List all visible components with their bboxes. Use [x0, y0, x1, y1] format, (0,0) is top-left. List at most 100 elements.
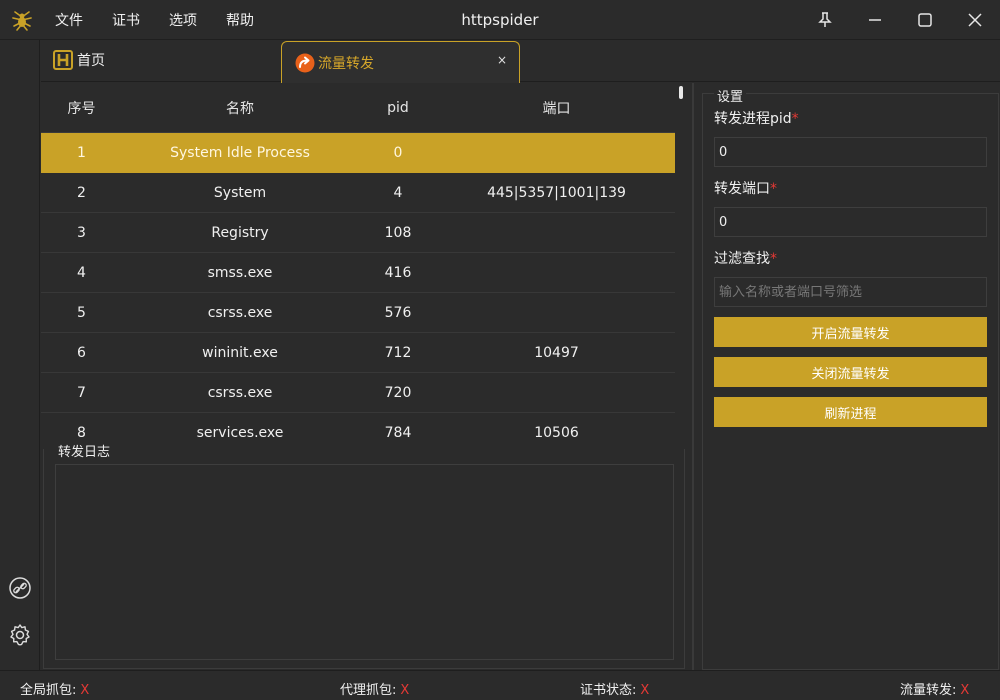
- table-row[interactable]: 5 csrss.exe 576: [41, 293, 675, 333]
- table-row[interactable]: 4 smss.exe 416: [41, 253, 675, 293]
- cell-name: csrss.exe: [207, 304, 273, 321]
- status-cert-value: X: [640, 683, 650, 698]
- cell-index: 2: [77, 184, 86, 201]
- tab-traffic-forward[interactable]: 流量转发 ×: [281, 41, 520, 83]
- status-cert-label: 证书状态:: [580, 683, 637, 698]
- pid-input[interactable]: [714, 137, 987, 167]
- cell-pid: 108: [384, 224, 412, 241]
- cell-name: wininit.exe: [202, 344, 278, 361]
- cell-name: Registry: [211, 224, 269, 241]
- tab-home-label: 首页: [77, 53, 105, 69]
- settings-panel: 设置 转发进程pid* 转发端口* 过滤查找* 开启流量转发 关闭流量转发 刷新…: [702, 86, 999, 670]
- menu-options[interactable]: 选项: [169, 10, 197, 30]
- cell-name: services.exe: [196, 424, 284, 441]
- status-proxy-capture-value: X: [400, 683, 410, 698]
- gear-icon: [10, 624, 30, 646]
- status-cert: 证书状态: X: [580, 679, 649, 698]
- cell-port: 10506: [534, 424, 579, 441]
- table-row[interactable]: 6 wininit.exe 712 10497: [41, 333, 675, 373]
- cell-pid: 416: [384, 264, 412, 281]
- tab-traffic-forward-label: 流量转发: [318, 55, 374, 72]
- cell-name: csrss.exe: [207, 384, 273, 401]
- cell-pid: 4: [393, 184, 403, 201]
- menu-file[interactable]: 文件: [55, 10, 83, 30]
- cell-index: 4: [77, 264, 86, 281]
- cell-index: 5: [77, 304, 86, 321]
- required-mark: *: [791, 111, 799, 127]
- cell-index: 7: [77, 384, 86, 401]
- pin-button[interactable]: [813, 8, 837, 32]
- cell-pid: 784: [384, 424, 412, 441]
- table-header: 序号 名称 pid 端口: [41, 83, 675, 133]
- table-row[interactable]: 1 System Idle Process 0: [41, 133, 675, 173]
- forward-arrow-icon: [295, 53, 315, 72]
- maximize-icon: [918, 13, 932, 27]
- table-scrollbar[interactable]: [677, 83, 685, 448]
- cell-index: 3: [77, 224, 86, 241]
- minimize-icon: [869, 19, 881, 21]
- refresh-process-button[interactable]: 刷新进程: [714, 397, 987, 427]
- settings-title: 设置: [714, 86, 747, 105]
- filter-field-label: 过滤查找*: [714, 248, 777, 268]
- status-proxy-capture-label: 代理抓包:: [340, 683, 397, 698]
- cell-index: 1: [77, 144, 86, 161]
- menu-certificate[interactable]: 证书: [112, 10, 140, 30]
- header-port[interactable]: 端口: [438, 98, 675, 118]
- menu-bar: 文件 证书 选项 帮助: [55, 0, 283, 40]
- table-row[interactable]: 3 Registry 108: [41, 213, 675, 253]
- settings-button[interactable]: [8, 623, 32, 647]
- filter-input[interactable]: [714, 277, 987, 307]
- status-global-capture-label: 全局抓包:: [20, 683, 77, 698]
- left-activity-bar: [0, 40, 40, 670]
- table-row[interactable]: 2 System 4 445|5357|1001|139: [41, 173, 675, 213]
- status-global-capture-value: X: [80, 683, 90, 698]
- maximize-button[interactable]: [913, 8, 937, 32]
- cell-port: 445|5357|1001|139: [487, 184, 626, 201]
- link-icon: [9, 577, 31, 599]
- home-h-icon: [53, 50, 73, 70]
- close-window-button[interactable]: [963, 8, 987, 32]
- minimize-button[interactable]: [863, 8, 887, 32]
- tab-home[interactable]: 首页: [53, 50, 105, 70]
- status-proxy-capture: 代理抓包: X: [340, 679, 409, 698]
- status-traffic-forward: 流量转发: X: [900, 679, 969, 698]
- forward-log-title: 转发日志: [56, 441, 113, 460]
- start-forward-button[interactable]: 开启流量转发: [714, 317, 987, 347]
- required-mark: *: [770, 181, 777, 197]
- header-pid[interactable]: pid: [358, 100, 438, 116]
- required-mark: *: [770, 251, 777, 267]
- status-bar: 全局抓包: X 代理抓包: X 证书状态: X 流量转发: X: [0, 670, 1000, 700]
- port-label-text: 转发端口: [714, 181, 770, 197]
- forward-log-panel: 转发日志: [43, 441, 685, 669]
- menu-help[interactable]: 帮助: [226, 10, 254, 30]
- table-row[interactable]: 7 csrss.exe 720: [41, 373, 675, 413]
- port-input[interactable]: [714, 207, 987, 237]
- table-row[interactable]: 8 services.exe 784 10506: [41, 413, 675, 448]
- panel-splitter[interactable]: [692, 83, 694, 670]
- tab-close-icon[interactable]: ×: [497, 53, 507, 67]
- port-field-label: 转发端口*: [714, 178, 777, 198]
- status-traffic-forward-value: X: [960, 683, 970, 698]
- header-name[interactable]: 名称: [122, 98, 358, 118]
- cell-pid: 576: [384, 304, 412, 321]
- filter-label-text: 过滤查找: [714, 251, 770, 267]
- cell-name: smss.exe: [207, 264, 273, 281]
- cell-pid: 720: [384, 384, 412, 401]
- cell-name: System Idle Process: [170, 144, 310, 161]
- cell-index: 8: [77, 424, 86, 441]
- pin-icon: [818, 12, 832, 27]
- status-global-capture: 全局抓包: X: [20, 679, 89, 698]
- scroll-thumb[interactable]: [679, 86, 683, 99]
- cell-pid: 0: [393, 144, 403, 161]
- header-index[interactable]: 序号: [41, 98, 122, 118]
- process-table: 序号 名称 pid 端口 1 System Idle Process 0 2 S…: [41, 83, 686, 448]
- tab-bar: 首页 流量转发 ×: [41, 40, 1000, 83]
- link-button[interactable]: [8, 576, 32, 600]
- pid-label-text: 转发进程pid: [714, 111, 792, 127]
- status-traffic-forward-label: 流量转发:: [900, 683, 957, 698]
- stop-forward-button[interactable]: 关闭流量转发: [714, 357, 987, 387]
- pid-field-label: 转发进程pid*: [714, 108, 799, 128]
- forward-log-textarea[interactable]: [55, 464, 674, 660]
- cell-port: 10497: [534, 344, 579, 361]
- title-bar: 文件 证书 选项 帮助 httpspider: [0, 0, 1000, 40]
